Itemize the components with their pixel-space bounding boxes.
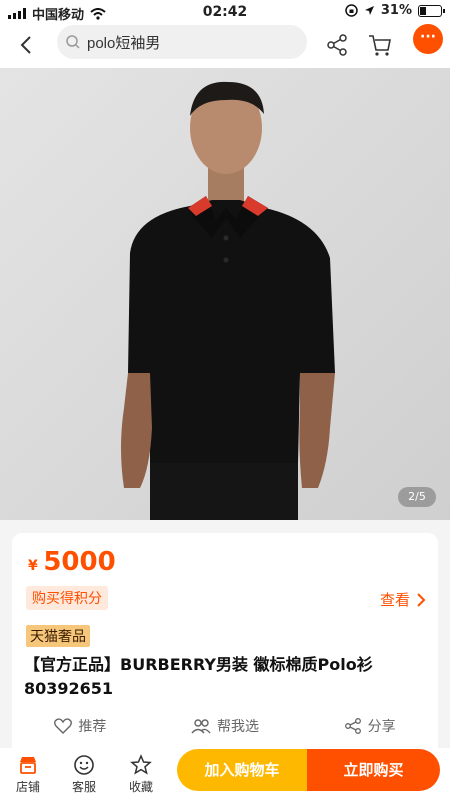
share-button[interactable]: 分享 <box>344 716 396 736</box>
add-to-cart-button[interactable]: 加入购物车 <box>177 749 307 791</box>
nav-bar: ··· <box>0 24 450 68</box>
view-link-label: 查看 <box>379 591 410 609</box>
store-label: 店铺 <box>15 780 40 794</box>
product-info-card: ¥ 5000 购买得积分 查看 天猫奢品 【官方正品】BURBERRY男装 徽标… <box>12 533 438 763</box>
view-link[interactable]: 查看 <box>380 589 426 610</box>
help-choose-label: 帮我选 <box>216 719 259 735</box>
service-label: 客服 <box>71 780 96 794</box>
help-choose-button[interactable]: 帮我选 <box>191 716 259 736</box>
share-label: 分享 <box>367 719 396 735</box>
share-icon[interactable] <box>324 32 350 58</box>
tab-favorite[interactable]: 收藏 <box>121 754 161 795</box>
price: ¥ 5000 <box>28 547 116 577</box>
recommend-label: 推荐 <box>78 719 107 735</box>
status-bar: 中国移动 02:42 31% <box>0 0 450 24</box>
more-icon[interactable]: ··· <box>413 24 443 54</box>
search-input[interactable] <box>85 32 289 52</box>
tmall-luxury-badge: 天猫奢品 <box>26 625 90 647</box>
back-icon[interactable] <box>16 34 38 56</box>
tab-store[interactable]: 店铺 <box>8 754 48 795</box>
price-value: 5000 <box>43 547 116 577</box>
favorite-label: 收藏 <box>128 780 153 794</box>
product-title: 【官方正品】BURBERRY男装 徽标棉质Polo衫 80392651 <box>24 655 373 698</box>
product-image[interactable] <box>0 68 450 520</box>
location-icon <box>364 6 374 15</box>
cart-icon[interactable] <box>367 32 393 58</box>
product-photo <box>0 68 450 520</box>
people-icon <box>191 719 211 734</box>
tab-service[interactable]: 客服 <box>64 754 104 795</box>
search-icon <box>66 35 80 49</box>
lock-rotation-icon <box>345 4 358 17</box>
product-actions: 推荐 帮我选 分享 <box>12 716 438 736</box>
star-icon <box>130 754 152 775</box>
gallery-pager: 2/5 <box>398 487 436 507</box>
battery-percent: 31% <box>380 3 412 18</box>
status-right: 31% <box>345 3 445 18</box>
share-icon <box>344 718 361 734</box>
heart-icon <box>54 718 73 734</box>
recommend-button[interactable]: 推荐 <box>54 716 106 736</box>
points-badge[interactable]: 购买得积分 <box>26 586 108 610</box>
currency-symbol: ¥ <box>28 558 38 574</box>
service-icon <box>74 755 94 775</box>
buy-now-button[interactable]: 立即购买 <box>307 749 440 791</box>
store-icon <box>20 757 36 774</box>
battery-icon <box>418 4 445 17</box>
chevron-right-icon <box>417 592 426 607</box>
search-bar[interactable] <box>57 25 307 59</box>
